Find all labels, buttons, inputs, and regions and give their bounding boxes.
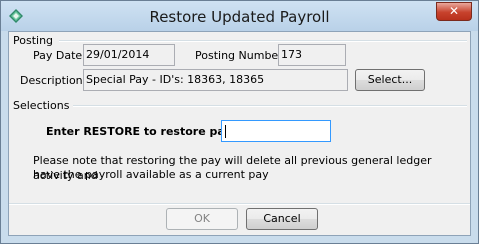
restore-prompt: Enter RESTORE to restore pay: xyxy=(46,125,237,138)
restore-input[interactable] xyxy=(221,120,331,142)
close-button[interactable]: ✕ xyxy=(436,2,472,21)
selections-divider xyxy=(73,105,467,107)
posting-divider xyxy=(59,40,467,42)
posting-number-label: Posting Number: xyxy=(195,49,287,62)
description-field: Special Pay - ID's: 18363, 18365 xyxy=(83,69,348,91)
dialog-window: Restore Updated Payroll ✕ Posting Pay Da… xyxy=(0,0,479,244)
title-bar: Restore Updated Payroll ✕ xyxy=(1,1,478,31)
posting-section-label: Posting xyxy=(13,34,54,47)
dialog-body: Posting Pay Date: 29/01/2014 Posting Num… xyxy=(8,31,471,236)
cancel-button[interactable]: Cancel xyxy=(246,208,318,230)
select-button[interactable]: Select... xyxy=(355,69,425,91)
description-label: Description: xyxy=(20,74,87,87)
window-title: Restore Updated Payroll xyxy=(149,8,330,26)
ok-button[interactable]: OK xyxy=(166,208,238,230)
text-caret xyxy=(225,124,226,138)
pay-date-label: Pay Date: xyxy=(33,49,86,62)
footer-divider xyxy=(9,203,470,205)
restore-note-line2: have the payroll available as a current … xyxy=(33,168,269,181)
pay-date-field: 29/01/2014 xyxy=(83,44,175,66)
posting-number-field: 173 xyxy=(278,44,346,66)
close-icon: ✕ xyxy=(448,4,460,18)
selections-section-label: Selections xyxy=(13,99,70,112)
